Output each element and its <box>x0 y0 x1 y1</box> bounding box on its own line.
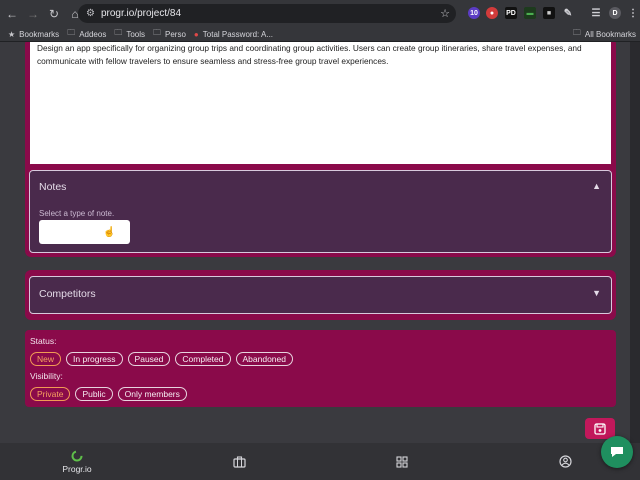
chat-button[interactable] <box>601 436 633 468</box>
nav-profile[interactable] <box>550 443 580 480</box>
visibility-pill-only-members[interactable]: Only members <box>117 387 187 401</box>
reading-list-icon[interactable]: ☰ <box>590 7 602 19</box>
bookmark-bookmarks[interactable]: ★ Bookmarks <box>8 30 59 39</box>
status-pill-completed[interactable]: Completed <box>175 352 231 366</box>
nav-home[interactable]: Progr.io <box>50 443 104 480</box>
profile-avatar-icon[interactable]: D <box>609 7 621 19</box>
site-info-icon[interactable]: ⚙ <box>86 8 95 19</box>
extensions-puzzle-icon[interactable]: ✎ <box>562 7 574 19</box>
notes-title[interactable]: Notes <box>39 181 66 193</box>
visibility-options: Private Public Only members <box>30 387 611 401</box>
status-pill-in-progress[interactable]: In progress <box>66 352 123 366</box>
visibility-pill-public[interactable]: Public <box>75 387 113 401</box>
competitors-section: Competitors ▼ <box>25 270 616 320</box>
folder-icon: 🗀 <box>153 28 162 37</box>
page-scrollbar[interactable] <box>630 42 640 443</box>
all-bookmarks[interactable]: 🗀 All Bookmarks <box>573 27 636 41</box>
progrio-logo-icon <box>71 450 83 461</box>
folder-icon: 🗀 <box>67 28 76 37</box>
visibility-label: Visibility: <box>30 371 63 381</box>
bookmarks-bar: ★ Bookmarks 🗀 Addeos 🗀 Tools 🗀 Perso ● Total … <box>0 27 640 42</box>
address-bar[interactable]: ⚙ progr.io/project/84 ☆ <box>78 4 456 23</box>
folder-icon: 🗀 <box>572 28 581 37</box>
pointer-cursor-icon: ☝ <box>103 227 116 238</box>
status-label: Status: <box>30 336 57 346</box>
extension-icon[interactable]: ● <box>486 7 498 19</box>
note-type-select[interactable]: ☝ <box>39 220 130 244</box>
status-card: Status: New In progress Paused Completed… <box>25 330 616 407</box>
briefcase-icon <box>232 455 246 468</box>
notes-accordion: Notes ▲ Select a type of note. ☝ <box>29 170 612 253</box>
visibility-pill-private[interactable]: Private <box>30 387 71 401</box>
folder-icon: 🗀 <box>114 28 123 37</box>
address-url: progr.io/project/84 <box>100 8 182 19</box>
extension-icon[interactable]: ■ <box>543 7 555 19</box>
status-pill-new[interactable]: New <box>30 352 62 366</box>
page-content: Design an app specifically for organizin… <box>0 42 630 443</box>
browser-toolbar: ← → ↻ ⌂ ⚙ progr.io/project/84 ☆ 10 ● PD … <box>0 0 640 27</box>
browser-menu-icon[interactable]: ⋮ <box>627 7 639 19</box>
status-options: New In progress Paused Completed Abandon… <box>30 352 611 366</box>
nav-projects[interactable] <box>224 443 254 480</box>
competitors-accordion[interactable]: Competitors ▼ <box>29 276 612 314</box>
password-icon: ● <box>193 29 199 39</box>
forward-icon[interactable]: → <box>24 5 42 23</box>
nav-home-label: Progr.io <box>62 463 92 474</box>
save-icon <box>594 422 606 435</box>
bookmark-total-password[interactable]: ● Total Password: A... <box>194 30 273 39</box>
description-text: Design an app specifically for organizin… <box>37 43 582 66</box>
reload-icon[interactable]: ↻ <box>45 5 63 23</box>
competitors-title[interactable]: Competitors <box>39 288 96 300</box>
chevron-up-icon[interactable]: ▲ <box>592 181 601 191</box>
back-icon[interactable]: ← <box>3 5 21 23</box>
chat-bubble-icon <box>611 447 623 457</box>
user-circle-icon <box>558 455 572 468</box>
notes-section: Notes ▲ Select a type of note. ☝ <box>25 164 616 257</box>
bottom-nav: Progr.io <box>0 443 640 480</box>
extension-icon[interactable]: ▬ <box>524 7 536 19</box>
bookmark-addeos[interactable]: 🗀 Addeos <box>67 27 106 41</box>
note-type-label: Select a type of note. <box>39 209 115 218</box>
bookmark-perso[interactable]: 🗀 Perso <box>153 27 186 41</box>
status-pill-paused[interactable]: Paused <box>127 352 171 366</box>
extension-icon[interactable]: 10 <box>468 7 480 19</box>
star-icon: ★ <box>8 29 16 39</box>
grid-icon <box>396 455 408 468</box>
extension-icon[interactable]: PD <box>505 7 517 19</box>
nav-dashboard[interactable] <box>387 443 417 480</box>
status-pill-abandoned[interactable]: Abandoned <box>235 352 293 366</box>
save-button[interactable] <box>585 418 615 439</box>
bookmark-star-icon[interactable]: ☆ <box>440 7 450 20</box>
bookmark-tools[interactable]: 🗀 Tools <box>114 27 145 41</box>
chevron-down-icon[interactable]: ▼ <box>592 288 601 298</box>
